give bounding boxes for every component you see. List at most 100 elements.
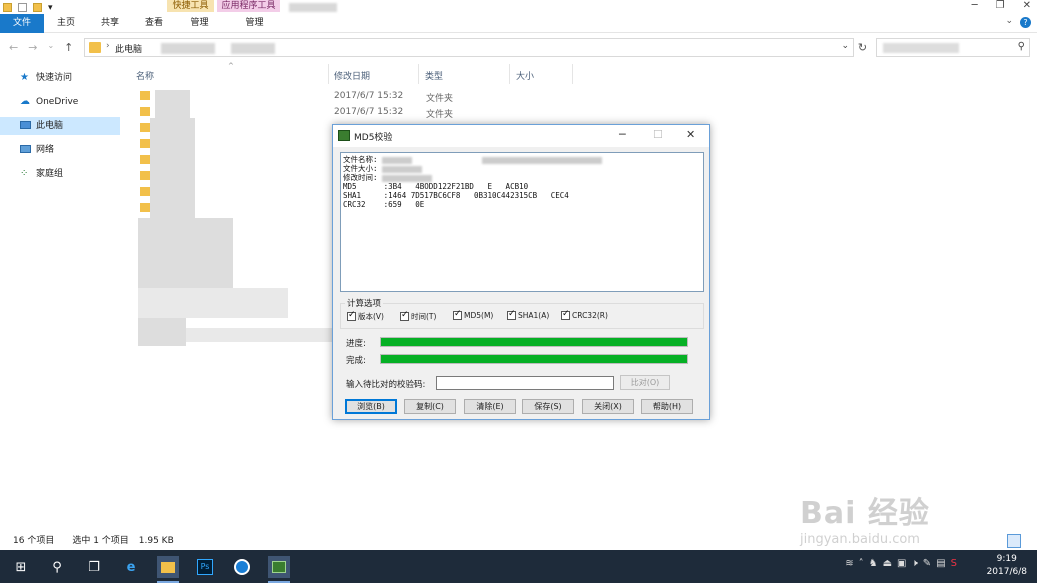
maximize-icon: ☐: [653, 128, 663, 141]
search-icon: ⚲: [1017, 41, 1025, 52]
folder-icon: [140, 171, 150, 180]
tab-view[interactable]: 查看: [132, 14, 176, 33]
dialog-title: MD5校验: [354, 133, 393, 143]
column-divider[interactable]: [509, 64, 510, 84]
close-icon[interactable]: ✕: [1023, 0, 1031, 11]
close-button[interactable]: 关闭(X): [582, 399, 634, 414]
ribbon-expand-icon[interactable]: ⌄: [1005, 16, 1013, 26]
taskbar-clock[interactable]: 9:19 2017/6/8: [987, 553, 1027, 579]
taskbar: ⊞ ⚲ ❐ e Ps ≋ ˄ ♞ ⏏ ▣ 🕨 ✎ ▤ S 9:19 2017/6…: [0, 550, 1037, 583]
folder-icon[interactable]: [3, 2, 12, 12]
column-divider[interactable]: [328, 64, 329, 84]
context-tab-quick-tools: 快捷工具: [167, 0, 214, 12]
close-icon[interactable]: ✕: [686, 128, 695, 141]
column-divider[interactable]: [572, 64, 573, 84]
dialog-titlebar[interactable]: MD5校验 ─ ☐ ✕: [333, 125, 709, 147]
forward-arrow-icon[interactable]: →: [28, 41, 37, 54]
search-placeholder-blurred: [883, 43, 959, 53]
refresh-icon[interactable]: ↻: [856, 41, 869, 54]
minimize-icon[interactable]: ─: [972, 0, 978, 11]
task-view-icon[interactable]: ❐: [83, 556, 105, 578]
tray-app-icon[interactable]: ▣: [897, 558, 906, 569]
photoshop-icon[interactable]: Ps: [194, 556, 216, 578]
column-date[interactable]: 修改日期: [334, 69, 370, 82]
status-item-count: 16 个项目: [13, 536, 55, 546]
save-button[interactable]: 保存(S): [522, 399, 574, 414]
md5-app-icon[interactable]: [268, 556, 290, 578]
system-tray: ≋ ˄ ♞ ⏏ ▣ 🕨 ✎ ▤ S: [845, 558, 957, 569]
file-row[interactable]: 2017/6/7 15:32 文件夹: [137, 104, 537, 120]
folder-icon: [140, 155, 150, 164]
wifi-icon[interactable]: ≋: [845, 558, 853, 569]
checkbox-md5[interactable]: MD5(M): [453, 309, 493, 320]
star-icon: ★: [20, 72, 29, 83]
help-icon[interactable]: ?: [1020, 17, 1031, 28]
search-input[interactable]: ⚲: [876, 38, 1030, 57]
column-type[interactable]: 类型: [425, 69, 443, 82]
file-explorer-icon[interactable]: [157, 556, 179, 578]
result-textarea[interactable]: 文件名称: 文件大小: 修改时间: MD5 :3B4 4BODD122F21BD…: [340, 152, 704, 292]
redacted-filenames: [138, 218, 233, 288]
chevron-down-icon[interactable]: ⌄: [841, 41, 849, 51]
browse-button[interactable]: 浏览(B): [345, 399, 397, 414]
tab-home[interactable]: 主页: [44, 14, 88, 33]
checkbox-checked-icon: [347, 310, 356, 321]
edge-icon[interactable]: e: [120, 556, 142, 578]
tray-app-icon[interactable]: S: [951, 558, 957, 569]
tray-app-icon[interactable]: ⏏: [883, 558, 892, 569]
chevron-up-icon[interactable]: ˄: [859, 558, 864, 569]
clock-time: 9:19: [996, 554, 1017, 564]
checkbox-checked-icon: [507, 309, 516, 320]
done-bar: [380, 354, 688, 364]
nav-item-network[interactable]: 网络: [0, 141, 120, 159]
checkbox-time[interactable]: 时间(T): [400, 310, 436, 322]
help-button[interactable]: 帮助(H): [641, 399, 693, 414]
restore-icon[interactable]: ❐: [996, 0, 1005, 11]
copy-button[interactable]: 复制(C): [404, 399, 456, 414]
checkbox-crc32[interactable]: CRC32(R): [561, 309, 608, 320]
window-controls: ─ ❐ ✕: [972, 0, 1031, 11]
up-arrow-icon[interactable]: ↑: [64, 41, 73, 54]
nav-item-this-pc[interactable]: 此电脑: [0, 117, 120, 135]
navigation-pane: ★ 快速访问 ☁ OneDrive 此电脑 网络 ⁘ 家庭组: [0, 62, 128, 532]
tab-manage-quick[interactable]: 管理: [176, 14, 223, 33]
column-name[interactable]: 名称: [136, 69, 154, 82]
tab-manage-app[interactable]: 管理: [223, 14, 286, 33]
ime-icon[interactable]: ✎: [923, 558, 931, 569]
volume-icon[interactable]: 🕨: [911, 558, 917, 569]
nav-item-homegroup[interactable]: ⁘ 家庭组: [0, 165, 120, 183]
compare-button: 比对(O): [620, 375, 670, 390]
column-divider[interactable]: [418, 64, 419, 84]
tab-share[interactable]: 共享: [88, 14, 132, 33]
window-title: [289, 3, 337, 12]
breadcrumb-blurred[interactable]: [161, 43, 215, 54]
clear-button[interactable]: 清除(E): [464, 399, 516, 414]
file-row[interactable]: 2017/6/7 15:32 文件夹: [137, 88, 537, 104]
breadcrumb-this-pc[interactable]: 此电脑: [115, 42, 142, 55]
properties-icon[interactable]: [18, 2, 27, 12]
back-arrow-icon[interactable]: ←: [9, 41, 18, 54]
checkbox-version[interactable]: 版本(V): [347, 310, 384, 322]
nav-item-quick-access[interactable]: ★ 快速访问: [0, 69, 120, 87]
details-view-icon[interactable]: [1007, 534, 1021, 548]
status-selected-count: 选中 1 个项目: [72, 536, 129, 546]
windows-start-icon[interactable]: ⊞: [10, 556, 32, 578]
tab-file[interactable]: 文件: [0, 14, 44, 33]
recent-dropdown-icon[interactable]: ⌄: [47, 41, 54, 54]
checkbox-sha1[interactable]: SHA1(A): [507, 309, 549, 320]
folder-icon: [89, 42, 101, 53]
nav-item-onedrive[interactable]: ☁ OneDrive: [0, 93, 120, 111]
minimize-icon[interactable]: ─: [619, 128, 626, 141]
search-icon[interactable]: ⚲: [46, 556, 68, 578]
redacted-filenames: [138, 288, 288, 318]
column-size[interactable]: 大小: [516, 69, 534, 82]
checkbox-checked-icon: [453, 309, 462, 320]
browser-icon[interactable]: [231, 556, 253, 578]
new-folder-icon[interactable]: [33, 2, 42, 12]
tray-app-icon[interactable]: ♞: [869, 558, 878, 569]
breadcrumb-blurred[interactable]: [231, 43, 275, 54]
address-bar[interactable]: › 此电脑 ⌄: [84, 38, 854, 57]
notification-icon[interactable]: ▤: [936, 558, 945, 569]
qa-dropdown-icon[interactable]: ▾: [48, 2, 54, 13]
compare-input[interactable]: [436, 376, 614, 390]
